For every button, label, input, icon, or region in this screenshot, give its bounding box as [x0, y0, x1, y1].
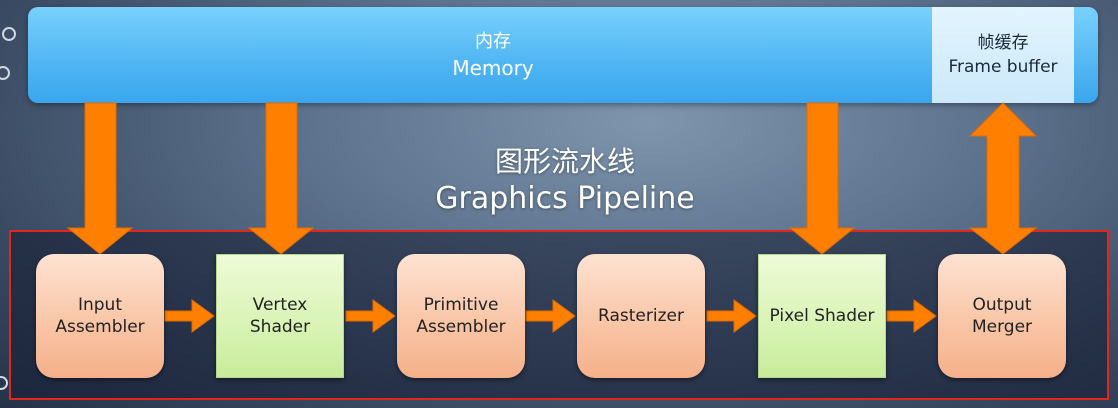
stage-rasterizer: Rasterizer — [577, 254, 705, 378]
stage-arrow-5 — [886, 299, 937, 333]
stage-label: Vertex Shader — [249, 295, 311, 337]
stage-output-merger: Output Merger — [938, 254, 1066, 378]
memory-to-input-assembler-arrow — [66, 102, 134, 255]
stage-arrow-3 — [525, 299, 576, 333]
stage-arrow-4 — [706, 299, 757, 333]
stage-label: Rasterizer — [598, 306, 684, 326]
stage-label: Pixel Shader — [769, 306, 875, 326]
stage-label: Primitive Assembler — [416, 295, 506, 337]
stage-vertex-shader: Vertex Shader — [216, 254, 344, 378]
memory-to-vertex-shader-arrow — [247, 102, 315, 255]
stage-label: Input Assembler — [55, 295, 145, 337]
memory-to-pixel-shader-arrow — [788, 102, 856, 255]
stage-input-assembler: Input Assembler — [36, 254, 164, 378]
stage-arrow-1 — [164, 299, 215, 333]
stage-pixel-shader: Pixel Shader — [758, 254, 886, 378]
stage-primitive-assembler: Primitive Assembler — [397, 254, 525, 378]
stage-label: Output Merger — [971, 295, 1033, 337]
stage-arrow-2 — [345, 299, 396, 333]
output-merger-frame-buffer-arrow — [968, 102, 1038, 255]
